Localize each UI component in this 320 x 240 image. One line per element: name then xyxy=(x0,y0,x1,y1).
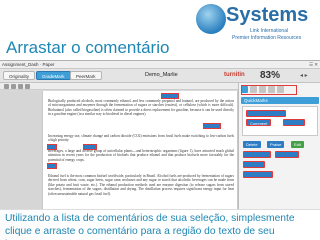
brand-logo: turnitin xyxy=(224,72,245,78)
caption-text: Utilizando a lista de comentários de sua… xyxy=(5,213,295,240)
window-topbar: Assignment_Dash · Paper ☰ ✕ xyxy=(0,61,320,69)
dropped-comment-marker[interactable] xyxy=(83,144,97,150)
caption-box: Utilizando a lista de comentários de sua… xyxy=(0,209,320,240)
tabs-bar: Originality GradeMark PeerMark Demo_Marl… xyxy=(0,69,320,83)
praise-button[interactable]: Praise xyxy=(267,141,285,148)
paper-nav-arrows[interactable]: ◂ ▸ xyxy=(300,72,308,79)
comment-item[interactable] xyxy=(283,119,305,126)
document-toolbar xyxy=(0,83,238,90)
quickmark-item[interactable] xyxy=(275,151,299,158)
quickmark-item[interactable] xyxy=(243,161,265,168)
window-icons: ☰ ✕ xyxy=(308,62,318,67)
tab-peermark[interactable]: PeerMark xyxy=(70,71,102,80)
comment-list-box[interactable]: Comment xyxy=(242,106,318,136)
dropped-comment-marker[interactable] xyxy=(47,144,57,150)
tool-icon[interactable] xyxy=(25,84,30,89)
document-paragraph: Increasing energy use, climate change an… xyxy=(48,134,234,143)
document-paragraph: Biologically produced alcohols, most com… xyxy=(48,99,234,117)
quickmark-item[interactable] xyxy=(243,171,273,178)
edit-button[interactable]: Edit xyxy=(291,141,304,148)
breadcrumb[interactable]: Assignment_Dash · Paper xyxy=(2,62,55,67)
highlight-box xyxy=(241,85,297,95)
tab-grademark[interactable]: GradeMark xyxy=(36,71,71,80)
delete-button[interactable]: Delete xyxy=(243,141,261,148)
dropped-comment-marker[interactable] xyxy=(161,93,179,99)
globe-icon xyxy=(196,4,226,34)
logo-tagline: Link International xyxy=(250,28,289,34)
comment-button[interactable]: Comment xyxy=(246,119,272,126)
dropped-comment-marker[interactable] xyxy=(47,163,57,169)
similarity-score[interactable]: 83% xyxy=(260,70,280,81)
logo-wordmark: Systems xyxy=(226,4,309,26)
tool-icon[interactable] xyxy=(4,84,9,89)
document-paragraph: Beverages, a large and diverse group of … xyxy=(48,149,234,162)
dropped-comment-marker[interactable] xyxy=(203,123,221,129)
quickmarks-header[interactable]: QuickMarks xyxy=(241,97,319,104)
slide-title: Arrastar o comentário xyxy=(6,38,170,57)
quickmark-item[interactable] xyxy=(243,151,271,158)
tool-icon[interactable] xyxy=(11,84,16,89)
logo-subtitle: Premier Information Resources xyxy=(232,35,302,41)
tool-icon[interactable] xyxy=(18,84,23,89)
company-logo: Systems Link International Premier Infor… xyxy=(196,2,314,48)
document-paragraph: Ethanol fuel is the most common biofuel … xyxy=(48,174,234,196)
comment-item[interactable] xyxy=(246,110,286,117)
tab-originality[interactable]: Originality xyxy=(3,71,36,80)
paper-title: Demo_Marlie xyxy=(145,72,178,78)
